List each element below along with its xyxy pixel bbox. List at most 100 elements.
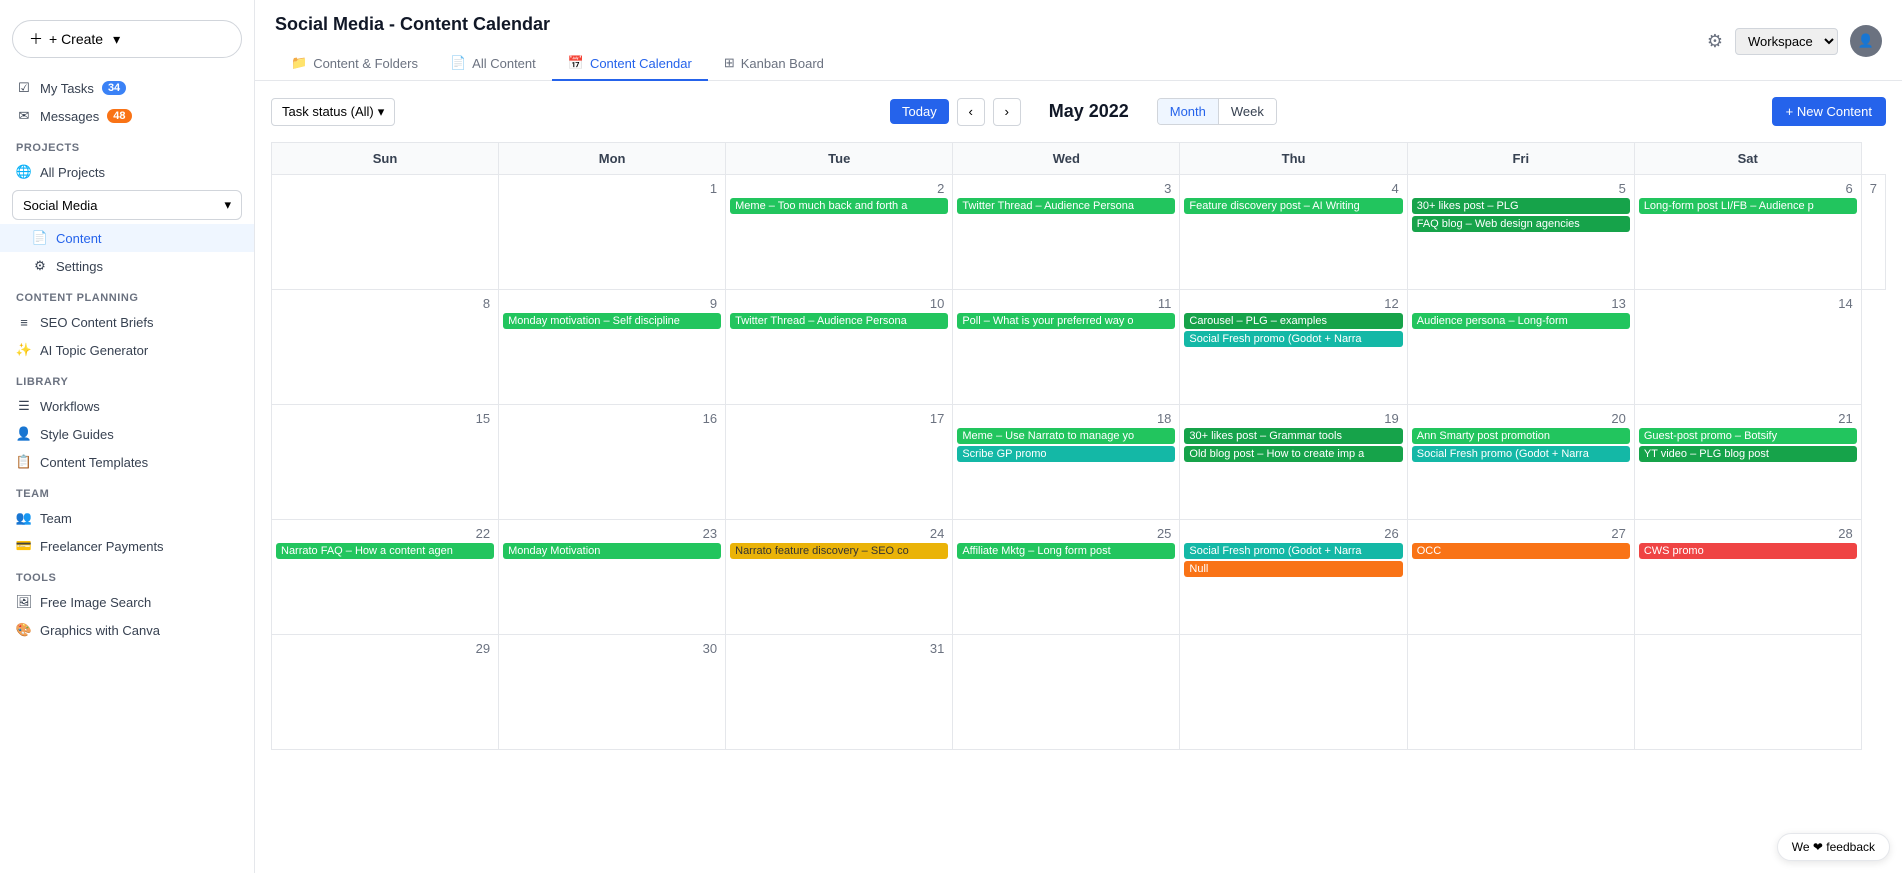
tab-kanban-board[interactable]: ⊞ Kanban Board (708, 47, 840, 81)
style-icon: 👤 (16, 426, 32, 442)
tab-content-folders[interactable]: 📁 Content & Folders (275, 47, 434, 81)
calendar-event[interactable]: Twitter Thread – Audience Persona (957, 198, 1175, 214)
sidebar-item-settings[interactable]: ⚙ Settings (0, 252, 254, 280)
calendar-event[interactable]: Social Fresh promo (Godot + Narra (1184, 543, 1402, 559)
week-view-button[interactable]: Week (1219, 99, 1276, 124)
calendar-event[interactable]: Old blog post – How to create imp a (1184, 446, 1402, 462)
calendar-day-cell[interactable] (1407, 635, 1634, 750)
sidebar-item-all-projects[interactable]: 🌐 All Projects (0, 158, 254, 186)
calendar-event[interactable]: Monday motivation – Self discipline (503, 313, 721, 329)
calendar-event[interactable]: Narrato feature discovery – SEO co (730, 543, 948, 559)
create-button[interactable]: ＋ + Create ▾ (12, 20, 242, 58)
calendar-day-cell[interactable]: 7 (1861, 175, 1885, 290)
task-status-filter[interactable]: Task status (All) ▾ (271, 98, 395, 126)
calendar-day-cell[interactable]: 18Meme – Use Narrato to manage yoScribe … (953, 405, 1180, 520)
calendar-day-cell[interactable]: 25Affiliate Mktg – Long form post (953, 520, 1180, 635)
tab-content-calendar[interactable]: 📅 Content Calendar (552, 47, 708, 81)
calendar-day-cell[interactable]: 6Long-form post LI/FB – Audience p (1634, 175, 1861, 290)
top-bar: Social Media - Content Calendar 📁 Conten… (255, 0, 1902, 81)
calendar-day-cell[interactable]: 8 (272, 290, 499, 405)
calendar-event[interactable]: Social Fresh promo (Godot + Narra (1184, 331, 1402, 347)
calendar-event[interactable]: Scribe GP promo (957, 446, 1175, 462)
feedback-badge[interactable]: We ❤ feedback (1777, 833, 1890, 861)
calendar-day-cell[interactable] (272, 175, 499, 290)
sidebar-item-seo-briefs[interactable]: ≡ SEO Content Briefs (0, 308, 254, 336)
sidebar-item-my-tasks[interactable]: ☑ My Tasks 34 (0, 74, 254, 102)
sidebar-item-content-templates[interactable]: 📋 Content Templates (0, 448, 254, 476)
calendar-event[interactable]: Ann Smarty post promotion (1412, 428, 1630, 444)
month-view-button[interactable]: Month (1158, 99, 1218, 124)
project-select[interactable]: Social Media ▾ (12, 190, 242, 220)
calendar-event[interactable]: Narrato FAQ – How a content agen (276, 543, 494, 559)
calendar-event[interactable]: Long-form post LI/FB – Audience p (1639, 198, 1857, 214)
calendar-day-cell[interactable]: 12Carousel – PLG – examplesSocial Fresh … (1180, 290, 1407, 405)
calendar-event[interactable]: Null (1184, 561, 1402, 577)
calendar-event[interactable]: Poll – What is your preferred way o (957, 313, 1175, 329)
calendar-event[interactable]: Monday Motivation (503, 543, 721, 559)
calendar-event[interactable]: 30+ likes post – PLG (1412, 198, 1630, 214)
calendar-day-cell[interactable] (1180, 635, 1407, 750)
sidebar-item-style-guides[interactable]: 👤 Style Guides (0, 420, 254, 448)
calendar-day-cell[interactable]: 31 (726, 635, 953, 750)
chevron-down-icon: ▾ (224, 197, 231, 213)
calendar-day-cell[interactable]: 24Narrato feature discovery – SEO co (726, 520, 953, 635)
prev-month-button[interactable]: ‹ (957, 98, 985, 126)
calendar-day-cell[interactable]: 29 (272, 635, 499, 750)
tab-all-content[interactable]: 📄 All Content (434, 47, 552, 81)
calendar-day-cell[interactable]: 14 (1634, 290, 1861, 405)
calendar-event[interactable]: Meme – Use Narrato to manage yo (957, 428, 1175, 444)
calendar-day-cell[interactable]: 3Twitter Thread – Audience Persona (953, 175, 1180, 290)
calendar-day-cell[interactable]: 1 (499, 175, 726, 290)
calendar-day-cell[interactable]: 23Monday Motivation (499, 520, 726, 635)
calendar-day-cell[interactable]: 28CWS promo (1634, 520, 1861, 635)
calendar-day-cell[interactable]: 11Poll – What is your preferred way o (953, 290, 1180, 405)
calendar-day-cell[interactable]: 530+ likes post – PLGFAQ blog – Web desi… (1407, 175, 1634, 290)
sidebar-item-workflows[interactable]: ☰ Workflows (0, 392, 254, 420)
sidebar-item-canva[interactable]: 🎨 Graphics with Canva (0, 616, 254, 644)
sidebar-item-freelancer-payments[interactable]: 💳 Freelancer Payments (0, 532, 254, 560)
calendar-day-cell[interactable]: 27OCC (1407, 520, 1634, 635)
user-avatar[interactable]: 👤 (1850, 25, 1882, 57)
calendar-event[interactable]: Carousel – PLG – examples (1184, 313, 1402, 329)
calendar-event[interactable]: CWS promo (1639, 543, 1857, 559)
calendar-event[interactable]: Audience persona – Long-form (1412, 313, 1630, 329)
sidebar-item-content[interactable]: 📄 Content (0, 224, 254, 252)
calendar-event[interactable]: YT video – PLG blog post (1639, 446, 1857, 462)
calendar-day-cell[interactable]: 20Ann Smarty post promotionSocial Fresh … (1407, 405, 1634, 520)
sidebar-item-free-image-search[interactable]: 🖼 Free Image Search (0, 588, 254, 616)
settings-gear-icon[interactable]: ⚙ (1707, 31, 1723, 52)
today-button[interactable]: Today (890, 99, 949, 124)
calendar-day-cell[interactable] (1634, 635, 1861, 750)
day-number: 15 (276, 409, 494, 428)
sidebar-item-team[interactable]: 👥 Team (0, 504, 254, 532)
calendar-event[interactable]: Twitter Thread – Audience Persona (730, 313, 948, 329)
calendar-day-cell[interactable]: 17 (726, 405, 953, 520)
calendar-event[interactable]: OCC (1412, 543, 1630, 559)
calendar-day-cell[interactable]: 16 (499, 405, 726, 520)
calendar-day-cell[interactable]: 30 (499, 635, 726, 750)
calendar-day-cell[interactable]: 9Monday motivation – Self discipline (499, 290, 726, 405)
calendar-day-cell[interactable]: 2Meme – Too much back and forth a (726, 175, 953, 290)
wand-icon: ✨ (16, 342, 32, 358)
calendar-day-cell[interactable]: 4Feature discovery post – AI Writing (1180, 175, 1407, 290)
calendar-day-cell[interactable]: 13Audience persona – Long-form (1407, 290, 1634, 405)
calendar-event[interactable]: Social Fresh promo (Godot + Narra (1412, 446, 1630, 462)
calendar-day-cell[interactable]: 26Social Fresh promo (Godot + NarraNull (1180, 520, 1407, 635)
calendar-event[interactable]: 30+ likes post – Grammar tools (1184, 428, 1402, 444)
calendar-day-cell[interactable]: 22Narrato FAQ – How a content agen (272, 520, 499, 635)
calendar-event[interactable]: Guest-post promo – Botsify (1639, 428, 1857, 444)
calendar-day-cell[interactable]: 10Twitter Thread – Audience Persona (726, 290, 953, 405)
calendar-event[interactable]: Feature discovery post – AI Writing (1184, 198, 1402, 214)
new-content-button[interactable]: + New Content (1772, 97, 1886, 126)
calendar-event[interactable]: Meme – Too much back and forth a (730, 198, 948, 214)
sidebar-item-messages[interactable]: ✉ Messages 48 (0, 102, 254, 130)
calendar-day-cell[interactable]: 1930+ likes post – Grammar toolsOld blog… (1180, 405, 1407, 520)
calendar-day-cell[interactable]: 15 (272, 405, 499, 520)
calendar-event[interactable]: Affiliate Mktg – Long form post (957, 543, 1175, 559)
calendar-event[interactable]: FAQ blog – Web design agencies (1412, 216, 1630, 232)
workspace-select[interactable]: Workspace (1735, 28, 1838, 55)
calendar-day-cell[interactable]: 21Guest-post promo – BotsifyYT video – P… (1634, 405, 1861, 520)
sidebar-item-ai-topic[interactable]: ✨ AI Topic Generator (0, 336, 254, 364)
next-month-button[interactable]: › (993, 98, 1021, 126)
calendar-day-cell[interactable] (953, 635, 1180, 750)
